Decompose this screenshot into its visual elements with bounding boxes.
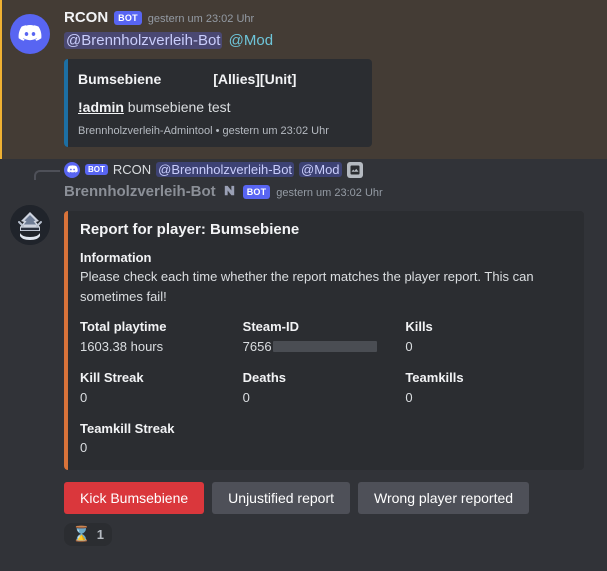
field-value: 7656 (242, 338, 272, 354)
embed-description: !admin bumsebiene test (78, 99, 358, 115)
reply-reference[interactable]: BOT RCON @Brennholzverleih-Bot @Mod (0, 161, 607, 180)
embed-player-name: Bumsebiene (78, 70, 162, 87)
kick-player-button[interactable]: Kick Bumsebiene (64, 482, 205, 515)
clan-logo-icon (10, 204, 50, 245)
field-value-wrapper: 7656 (243, 337, 406, 357)
avatar-brennholzverleih[interactable] (10, 204, 50, 245)
embed-accent-bar (64, 58, 68, 147)
embed-field-teamkill-streak: Teamkill Streak 0 (80, 419, 243, 459)
message-rcon-mention: RCON BOT gestern um 23:02 Uhr @Brennholz… (0, 0, 607, 159)
message-timestamp: gestern um 23:02 Uhr (147, 13, 255, 25)
mention-role[interactable]: @Mod (227, 32, 275, 49)
field-name: Teamkill Streak (80, 420, 175, 436)
embed-command-args: bumsebiene test (127, 98, 231, 115)
field-value: 0 (242, 389, 250, 405)
discord-chat-view: RCON BOT gestern um 23:02 Uhr @Brennholz… (0, 0, 607, 571)
reaction-hourglass[interactable]: ⌛ 1 (64, 523, 112, 547)
embed-field-deaths: Deaths 0 (243, 368, 406, 408)
bot-badge: BOT (114, 11, 142, 26)
field-name: Deaths (242, 370, 287, 386)
field-name: Information (80, 249, 152, 265)
wrong-player-reported-button[interactable]: Wrong player reported (358, 482, 530, 515)
message-timestamp: gestern um 23:02 Uhr (276, 186, 383, 199)
reply-spine (34, 169, 60, 180)
field-value: 1603.38 hours (80, 338, 164, 354)
unjustified-report-button[interactable]: Unjustified report (212, 482, 350, 515)
reply-mention-user: @Brennholzverleih-Bot (156, 162, 295, 178)
bot-badge: BOT (242, 184, 271, 200)
message-reactions: ⌛ 1 (0, 523, 607, 547)
embed-field-kill-streak: Kill Streak 0 (80, 368, 243, 408)
field-value: 0 (405, 389, 413, 405)
embed-command: !admin (78, 98, 124, 115)
message-content: @Brennholzverleih-Bot @Mod (64, 30, 595, 51)
embed-player-tags: [Allies][Unit] (213, 70, 297, 87)
embed-footer: Brennholzverleih-Admintool • gestern um … (78, 124, 329, 137)
avatar-discord[interactable] (10, 14, 50, 54)
field-value: 0 (80, 389, 88, 405)
reply-mention-role: @Mod (299, 162, 342, 178)
reaction-count: 1 (96, 527, 104, 543)
field-value: 0 (80, 440, 88, 456)
avatar-decoration-icon (222, 183, 237, 198)
embed-field-information: Information Please check each time wheth… (80, 248, 568, 308)
mention-user[interactable]: @Brennholzverleih-Bot (64, 31, 223, 49)
embed-admin-request: Bumsebiene [Allies][Unit] !admin bumsebi… (64, 58, 372, 147)
field-name: Total playtime (80, 319, 167, 335)
message-author[interactable]: Brennholzverleih-Bot (64, 182, 216, 203)
embed-field-kills: Kills 0 (405, 317, 568, 357)
field-name: Kills (405, 319, 433, 335)
hourglass-icon: ⌛ (72, 526, 91, 544)
message-header: Brennholzverleih-Bot BOT gestern um 23:0… (64, 181, 595, 203)
field-value: 0 (405, 338, 413, 354)
image-icon (346, 161, 363, 178)
discord-logo-icon (18, 25, 42, 41)
message-report: BOT RCON @Brennholzverleih-Bot @Mod Bren… (0, 159, 607, 552)
embed-field-steam-id: Steam-ID 7656 (243, 317, 406, 357)
message-action-row: Kick Bumsebiene Unjustified report Wrong… (0, 482, 607, 515)
field-name: Kill Streak (80, 370, 144, 386)
decoration-glyph-icon (224, 185, 234, 196)
embed-title: Report for player: Bumsebiene (80, 220, 300, 238)
message-author[interactable]: RCON (64, 8, 108, 29)
field-value: Please check each time whether the repor… (80, 269, 534, 305)
embed-accent-bar (64, 210, 68, 471)
redaction-bar (272, 340, 377, 352)
embed-player-report: Report for player: Bumsebiene Informatio… (64, 210, 584, 471)
reply-author: RCON (112, 162, 152, 178)
image-glyph-icon (350, 165, 360, 175)
embed-field-teamkills: Teamkills 0 (405, 368, 568, 408)
message-header: RCON BOT gestern um 23:02 Uhr (64, 8, 595, 29)
field-name: Steam-ID (242, 319, 300, 335)
discord-logo-icon (66, 165, 78, 174)
field-name: Teamkills (405, 370, 464, 386)
reply-avatar (64, 161, 80, 178)
embed-field-total-playtime: Total playtime 1603.38 hours (80, 317, 243, 357)
embed-field-row-header: Bumsebiene [Allies][Unit] (78, 71, 358, 87)
embed-fields-grid: Total playtime 1603.38 hours Steam-ID 76… (80, 317, 568, 458)
reply-bot-badge: BOT (85, 164, 108, 176)
